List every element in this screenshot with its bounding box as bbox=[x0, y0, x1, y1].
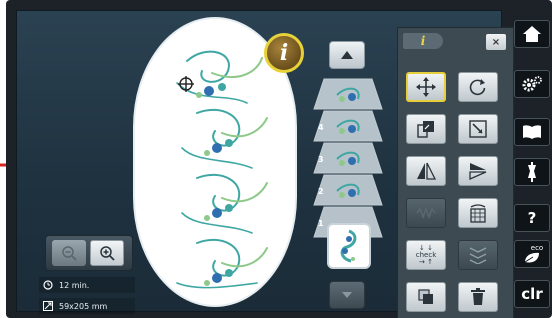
trash-icon bbox=[471, 288, 485, 305]
resize-corner-icon bbox=[469, 120, 487, 138]
layer-number: 1 bbox=[318, 219, 324, 228]
motif-cluster-2 bbox=[181, 108, 268, 169]
mirror-horizontal-button[interactable] bbox=[406, 156, 446, 186]
home-button[interactable] bbox=[514, 20, 550, 48]
scale-icon bbox=[417, 121, 434, 138]
device-frame: i 4 3 2 1 12 min. 59x205 mm i × ↓ ↓ chec… bbox=[6, 0, 552, 318]
layer-item[interactable]: 3 bbox=[312, 141, 384, 175]
duplicate-icon bbox=[418, 289, 433, 304]
scroll-up-button[interactable] bbox=[329, 41, 365, 69]
stitch-density-icon bbox=[416, 207, 436, 219]
mirror-vertical-icon bbox=[469, 163, 487, 180]
close-panel-button[interactable]: × bbox=[486, 34, 506, 50]
leaf-icon bbox=[524, 252, 539, 263]
active-layer-card[interactable] bbox=[327, 223, 371, 269]
zoom-out-button[interactable] bbox=[52, 240, 86, 266]
mirror-horizontal-icon bbox=[417, 162, 436, 180]
zoom-in-button[interactable] bbox=[90, 240, 124, 266]
scroll-down-button[interactable] bbox=[329, 281, 365, 309]
dress-form-icon bbox=[528, 162, 536, 182]
creative-consultant-button[interactable] bbox=[514, 158, 550, 186]
zoom-in-icon bbox=[100, 246, 115, 261]
design-size: 59x205 mm bbox=[59, 301, 108, 311]
zoom-panel bbox=[45, 235, 133, 271]
duplicate-button[interactable] bbox=[406, 282, 446, 312]
move-design-button[interactable] bbox=[406, 72, 446, 102]
embroidery-screen: i 4 3 2 1 12 min. 59x205 mm i × ↓ ↓ chec… bbox=[16, 10, 514, 318]
rotate-design-button[interactable] bbox=[458, 72, 498, 102]
tool-panel-title: i bbox=[420, 34, 426, 48]
layer-item[interactable]: 2 bbox=[312, 173, 384, 207]
edit-tool-panel: i × ↓ ↓ check → ↑ bbox=[397, 27, 514, 318]
tutorial-button[interactable] bbox=[514, 118, 550, 146]
tool-panel-info-tab[interactable]: i bbox=[403, 33, 443, 49]
pattern-fill-icon bbox=[470, 204, 486, 223]
close-icon: × bbox=[491, 36, 501, 48]
stitch-time: 12 min. bbox=[59, 280, 90, 290]
resize-icon bbox=[43, 301, 53, 311]
rotate-icon bbox=[469, 79, 486, 96]
mirror-vertical-button[interactable] bbox=[458, 156, 498, 186]
clock-icon bbox=[43, 280, 53, 290]
layer-tile-icon bbox=[313, 78, 383, 110]
triangle-down-icon bbox=[342, 292, 352, 298]
layer-number: 2 bbox=[318, 187, 324, 196]
zoom-out-icon bbox=[62, 246, 77, 261]
eco-mode-button[interactable]: eco bbox=[514, 240, 550, 268]
resize-corner-button[interactable] bbox=[458, 114, 498, 144]
layer-item[interactable] bbox=[312, 77, 384, 111]
book-icon bbox=[523, 125, 541, 139]
settings-button[interactable] bbox=[514, 70, 550, 98]
clear-label: clr bbox=[521, 285, 543, 303]
stitch-time-row: 12 min. bbox=[39, 277, 135, 293]
layer-number: 3 bbox=[318, 155, 324, 164]
frame-select-button[interactable] bbox=[458, 240, 498, 270]
check-design-button[interactable]: ↓ ↓ check → ↑ bbox=[406, 240, 446, 270]
check-arrows-bottom: → ↑ bbox=[419, 257, 433, 266]
motif-cluster-4 bbox=[176, 238, 268, 289]
info-label: i bbox=[279, 40, 289, 66]
help-button[interactable]: ? bbox=[514, 204, 550, 232]
triangle-up-icon bbox=[341, 51, 353, 59]
help-icon: ? bbox=[527, 209, 537, 227]
home-icon bbox=[523, 26, 541, 42]
gear-icon bbox=[522, 76, 542, 92]
layer-item[interactable]: 4 bbox=[312, 109, 384, 143]
layer-number: 4 bbox=[318, 123, 324, 132]
design-size-row: 59x205 mm bbox=[39, 298, 135, 314]
move-arrows-icon bbox=[416, 77, 436, 97]
delete-button[interactable] bbox=[458, 282, 498, 312]
frame-select-icon bbox=[469, 247, 487, 264]
motif-cluster-3 bbox=[181, 173, 268, 234]
resize-proportional-button[interactable] bbox=[406, 114, 446, 144]
clear-button[interactable]: clr bbox=[514, 280, 550, 308]
stitch-density-button[interactable] bbox=[406, 198, 446, 228]
fabric-pattern-button[interactable] bbox=[458, 198, 498, 228]
side-navigation: ? eco clr bbox=[514, 10, 550, 312]
info-button[interactable]: i bbox=[264, 33, 304, 73]
crosshair-icon bbox=[178, 76, 194, 92]
active-layer-preview-icon bbox=[340, 229, 357, 263]
eco-label: eco bbox=[530, 243, 544, 252]
